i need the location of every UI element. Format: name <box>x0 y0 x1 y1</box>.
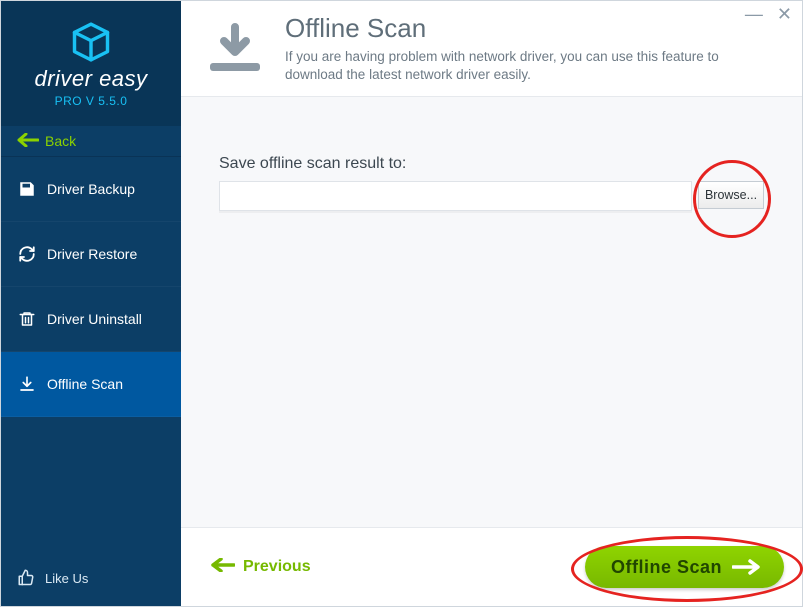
arrow-left-icon <box>211 558 235 577</box>
thumbs-up-icon <box>17 568 35 589</box>
sidebar-item-label: Offline Scan <box>47 376 123 392</box>
back-label: Back <box>45 133 76 149</box>
refresh-icon <box>17 244 37 264</box>
like-us-label: Like Us <box>45 571 88 586</box>
sidebar-item-label: Driver Backup <box>47 181 135 197</box>
download-icon <box>17 374 37 394</box>
page-header: Offline Scan If you are having problem w… <box>181 1 802 97</box>
sidebar-item-driver-uninstall[interactable]: Driver Uninstall <box>1 287 181 352</box>
sidebar: driver easy PRO V 5.5.0 Back Driver Back… <box>1 1 181 606</box>
arrow-right-icon <box>732 559 762 575</box>
brand-version: PRO V 5.5.0 <box>55 94 128 108</box>
save-path-input[interactable] <box>219 181 692 211</box>
footer-bar: Previous Offline Scan <box>181 527 802 606</box>
brand-name: driver easy <box>34 66 147 92</box>
offline-scan-button[interactable]: Offline Scan <box>585 546 784 588</box>
sidebar-item-label: Driver Restore <box>47 246 137 262</box>
save-path-row: Browse... <box>219 181 764 211</box>
sidebar-item-offline-scan[interactable]: Offline Scan <box>1 352 181 417</box>
browse-button-label: Browse... <box>705 188 757 202</box>
save-path-label: Save offline scan result to: <box>219 155 764 173</box>
page-title: Offline Scan <box>285 13 745 44</box>
minimize-icon[interactable]: — <box>745 7 763 21</box>
content-area: Save offline scan result to: Browse... <box>181 97 802 527</box>
page-header-text: Offline Scan If you are having problem w… <box>285 13 745 84</box>
window-controls: — ✕ <box>745 7 792 21</box>
trash-icon <box>17 309 37 329</box>
previous-button[interactable]: Previous <box>203 554 319 581</box>
brand-cube-icon <box>69 20 113 64</box>
save-disk-icon <box>17 179 37 199</box>
page-subtitle: If you are having problem with network d… <box>285 48 745 84</box>
sidebar-items: Driver Backup Driver Restore Driver Unin… <box>1 157 181 417</box>
brand-area: driver easy PRO V 5.5.0 <box>1 1 181 126</box>
like-us-button[interactable]: Like Us <box>1 550 181 606</box>
sidebar-item-driver-restore[interactable]: Driver Restore <box>1 222 181 287</box>
arrow-left-icon <box>17 133 39 150</box>
app-window: — ✕ driver easy PRO V 5.5.0 Back <box>0 0 803 607</box>
sidebar-item-driver-backup[interactable]: Driver Backup <box>1 157 181 222</box>
offline-scan-button-label: Offline Scan <box>611 557 722 578</box>
browse-button[interactable]: Browse... <box>698 181 764 209</box>
main-panel: Offline Scan If you are having problem w… <box>181 1 802 606</box>
back-button[interactable]: Back <box>1 126 181 157</box>
offline-scan-hero-icon <box>205 19 265 79</box>
sidebar-item-label: Driver Uninstall <box>47 311 142 327</box>
previous-button-label: Previous <box>243 558 311 576</box>
close-icon[interactable]: ✕ <box>777 7 792 21</box>
